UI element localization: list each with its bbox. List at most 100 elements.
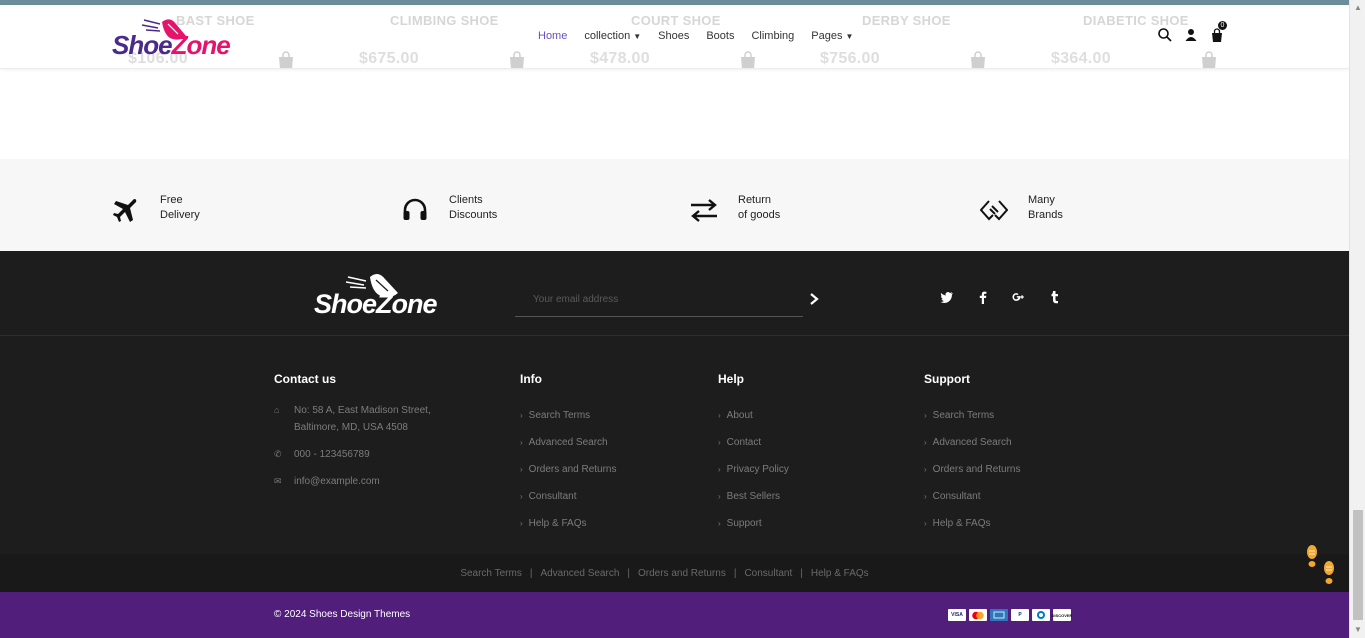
email-address[interactable]: info@example.com (294, 473, 380, 490)
features-band: Free Delivery Clients Discounts Return of g… (0, 159, 1349, 251)
footer-link[interactable]: › Orders and Returns (924, 456, 1021, 483)
shopping-bag-icon (741, 51, 755, 68)
headphones-icon (403, 198, 427, 220)
bottom-link[interactable]: Advanced Search (540, 568, 619, 579)
bottom-link[interactable]: Help & FAQs (811, 568, 869, 579)
logo-text-zone: Zone (171, 30, 231, 60)
newsletter-submit-arrow-icon[interactable] (807, 292, 821, 306)
exchange-arrows-icon (691, 199, 717, 222)
footer-column-support: Support › Search Terms › Advanced Search ›… (924, 372, 1021, 537)
twitter-icon[interactable] (940, 290, 954, 304)
nav-item-home[interactable]: Home (538, 30, 567, 42)
social-links (940, 290, 1062, 304)
site-logo[interactable]: ShoeZone (112, 16, 242, 60)
footer-link[interactable]: › Help & FAQs (520, 510, 617, 537)
chevron-right-icon: › (924, 411, 927, 420)
nav-item-shoes[interactable]: Shoes (658, 30, 689, 42)
contact-address: ⌂ No: 58 A, East Madison Street, Baltimor… (274, 402, 431, 436)
chevron-right-icon: › (924, 519, 927, 528)
tumblr-icon[interactable] (1048, 290, 1062, 304)
footer-link[interactable]: › Support (718, 510, 789, 537)
phone-number: 000 - 123456789 (294, 449, 370, 460)
footer-link[interactable]: › Search Terms (924, 402, 1021, 429)
scroll-up-arrow-icon[interactable]: ▲ (1354, 3, 1362, 12)
nav-item-collection[interactable]: collection ▼ (584, 30, 641, 42)
feature-clients-discounts: Clients Discounts (401, 193, 497, 224)
copyright-bar: © 2024 Shoes Design Themes VISA P DISCOV… (0, 592, 1349, 638)
contact-email: ✉ info@example.com (274, 473, 431, 490)
shopping-bag-icon (971, 51, 985, 68)
footer-link[interactable]: › Advanced Search (924, 429, 1021, 456)
footer-logo[interactable]: ShoeZone (314, 271, 464, 319)
footer-column-info: Info › Search Terms › Advanced Search › Ord… (520, 372, 617, 537)
newsletter-form (515, 289, 803, 317)
mastercard-icon (969, 609, 987, 621)
scrollbar-thumb[interactable] (1353, 510, 1363, 620)
feature-return-goods: Return of goods (690, 193, 780, 224)
scroll-down-arrow-icon[interactable]: ▼ (1354, 625, 1362, 634)
address-line1: No: 58 A, East Madison Street, (294, 405, 431, 416)
chevron-right-icon: › (924, 438, 927, 447)
chevron-down-icon: ▼ (845, 31, 854, 41)
column-title: Contact us (274, 372, 337, 386)
footer-top: ShoeZone (0, 251, 1349, 336)
home-icon: ⌂ (274, 405, 280, 415)
footer-link[interactable]: › Search Terms (520, 402, 617, 429)
diners-icon (1032, 609, 1050, 621)
search-icon[interactable] (1157, 27, 1173, 43)
nav-item-pages[interactable]: Pages ▼ (811, 30, 853, 42)
amex-icon (990, 609, 1008, 621)
google-plus-icon[interactable] (1012, 290, 1026, 304)
footer-link[interactable]: › Orders and Returns (520, 456, 617, 483)
column-title: Info (520, 372, 542, 386)
link-separator: | (627, 567, 630, 579)
chevron-right-icon: › (520, 492, 523, 501)
shopping-bag-icon (1202, 51, 1216, 68)
footer-link[interactable]: › About (718, 402, 789, 429)
footer-bottom-links: Search Terms | Advanced Search | Orders … (0, 554, 1349, 592)
ghost-product-price: $756.00 (820, 50, 880, 67)
chevron-right-icon: › (718, 411, 721, 420)
chevron-right-icon: › (718, 492, 721, 501)
column-title: Support (924, 372, 970, 386)
footer-link[interactable]: › Consultant (924, 483, 1021, 510)
bottom-link[interactable]: Search Terms (460, 568, 522, 579)
diamond-link-icon (980, 200, 1008, 221)
bottom-link[interactable]: Orders and Returns (638, 568, 726, 579)
ghost-product-name: DIABETIC SHOE (1083, 13, 1189, 28)
newsletter-email-input[interactable] (515, 290, 803, 309)
header-actions: 0 (1157, 21, 1227, 43)
footer-link[interactable]: › Best Sellers (718, 483, 789, 510)
site-header: BAST SHOE $106.00 CLIMBING SHOE $675.00 … (0, 5, 1349, 69)
cart-count-badge: 0 (1218, 21, 1227, 30)
feature-line1: Clients (449, 194, 483, 206)
airplane-icon (113, 199, 137, 222)
bottom-link[interactable]: Consultant (744, 568, 792, 579)
shopping-bag-icon (279, 51, 293, 68)
nav-item-climbing[interactable]: Climbing (751, 30, 794, 42)
chevron-right-icon: › (520, 465, 523, 474)
page-scrollbar[interactable]: ▲ ▼ (1349, 0, 1365, 638)
contact-phone: ✆ 000 - 123456789 (274, 446, 431, 463)
footprints-back-to-top-icon[interactable] (1304, 542, 1338, 592)
facebook-icon[interactable] (976, 290, 990, 304)
nav-item-boots[interactable]: Boots (706, 30, 734, 42)
footer-link[interactable]: › Privacy Policy (718, 456, 789, 483)
link-separator: | (733, 567, 737, 579)
envelope-icon: ✉ (274, 476, 282, 486)
footer-link[interactable]: › Advanced Search (520, 429, 617, 456)
cart-button[interactable]: 0 (1209, 21, 1227, 43)
ghost-product-name: CLIMBING SHOE (390, 13, 499, 28)
chevron-down-icon: ▼ (633, 31, 642, 41)
user-icon[interactable] (1183, 27, 1199, 43)
footer-link[interactable]: › Consultant (520, 483, 617, 510)
feature-many-brands: Many Brands (980, 193, 1063, 224)
chevron-right-icon: › (718, 519, 721, 528)
chevron-right-icon: › (924, 492, 927, 501)
copyright-text: © 2024 Shoes Design Themes (274, 609, 411, 620)
chevron-right-icon: › (520, 519, 523, 528)
footer-link[interactable]: › Contact (718, 429, 789, 456)
link-separator: | (529, 567, 533, 579)
feature-line2: Delivery (160, 209, 200, 221)
footer-link[interactable]: › Help & FAQs (924, 510, 1021, 537)
